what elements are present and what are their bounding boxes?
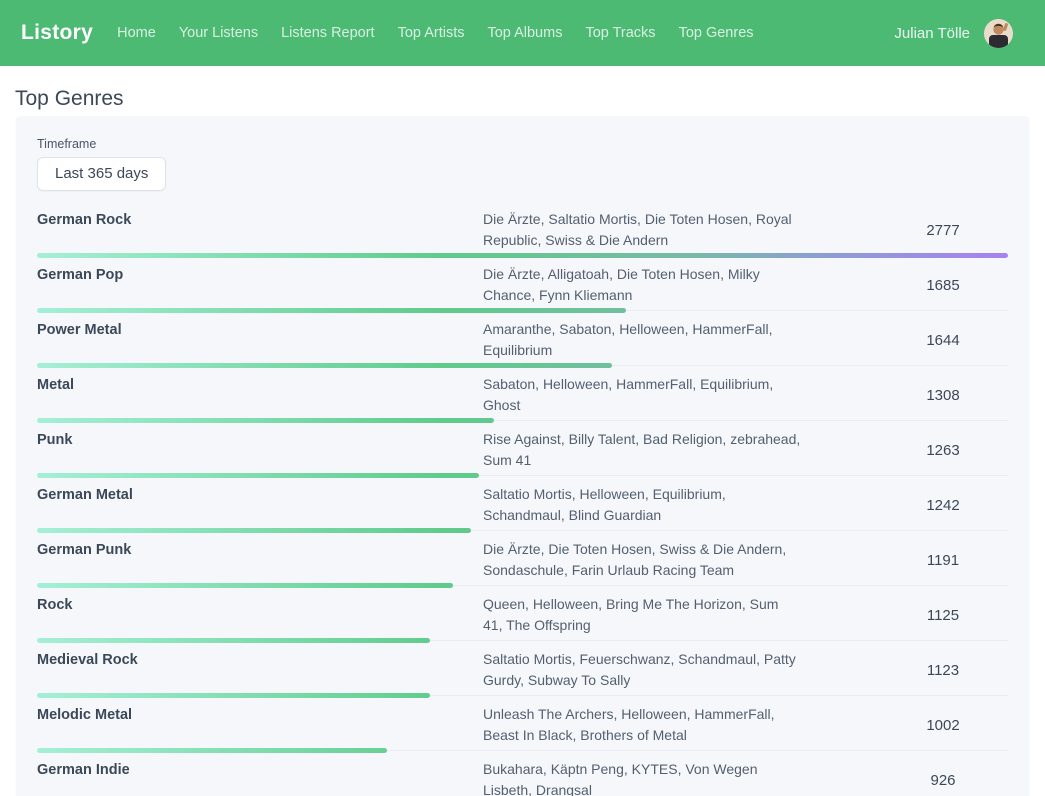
genre-row: Punk Rise Against, Billy Talent, Bad Rel… <box>37 421 1008 476</box>
genre-row: German Metal Saltatio Mortis, Helloween,… <box>37 476 1008 531</box>
genre-artists: Saltatio Mortis, Feuerschwanz, Schandmau… <box>483 649 801 691</box>
genre-name: Medieval Rock <box>37 649 483 691</box>
user-name: Julian Tölle <box>894 25 970 42</box>
genre-row: Medieval Rock Saltatio Mortis, Feuerschw… <box>37 641 1008 696</box>
genre-row: Power Metal Amaranthe, Sabaton, Hellowee… <box>37 311 1008 366</box>
page-title: Top Genres <box>15 86 1045 112</box>
genre-count: 1191 <box>878 539 1008 581</box>
genre-artists: Die Ärzte, Alligatoah, Die Toten Hosen, … <box>483 264 801 306</box>
app-header: Listory Home Your Listens Listens Report To… <box>0 0 1045 66</box>
nav-item-your-listens[interactable]: Your Listens <box>179 25 258 41</box>
genre-row: Melodic Metal Unleash The Archers, Hello… <box>37 696 1008 751</box>
genre-row: Rock Queen, Helloween, Bring Me The Hori… <box>37 586 1008 641</box>
nav-item-top-genres[interactable]: Top Genres <box>679 25 754 41</box>
genre-artists: Die Ärzte, Saltatio Mortis, Die Toten Ho… <box>483 209 801 251</box>
genre-count: 1125 <box>878 594 1008 636</box>
genre-name: Metal <box>37 374 483 416</box>
genre-name: German Metal <box>37 484 483 526</box>
genre-table: German Rock Die Ärzte, Saltatio Mortis, … <box>37 201 1008 796</box>
genre-count: 2777 <box>878 209 1008 251</box>
genre-count: 1242 <box>878 484 1008 526</box>
genre-artists: Queen, Helloween, Bring Me The Horizon, … <box>483 594 801 636</box>
genre-name: Punk <box>37 429 483 471</box>
main-nav: Home Your Listens Listens Report Top Artist… <box>117 25 894 41</box>
genre-name: German Rock <box>37 209 483 251</box>
genre-name: German Indie <box>37 759 483 796</box>
genre-count: 1644 <box>878 319 1008 361</box>
genre-count: 1123 <box>878 649 1008 691</box>
nav-item-home[interactable]: Home <box>117 25 156 41</box>
genre-row: German Rock Die Ärzte, Saltatio Mortis, … <box>37 201 1008 256</box>
timeframe-filter: Timeframe Last 365 days <box>37 137 1008 191</box>
timeframe-select[interactable]: Last 365 days <box>37 157 166 191</box>
genre-name: German Pop <box>37 264 483 306</box>
genre-count: 926 <box>878 759 1008 796</box>
genre-name: Rock <box>37 594 483 636</box>
top-genres-card: Timeframe Last 365 days German Rock Die … <box>16 116 1029 796</box>
main-content: Top Genres Timeframe Last 365 days Germa… <box>0 86 1045 796</box>
nav-item-top-tracks[interactable]: Top Tracks <box>585 25 655 41</box>
nav-item-top-artists[interactable]: Top Artists <box>398 25 465 41</box>
genre-artists: Bukahara, Käptn Peng, KYTES, Von Wegen L… <box>483 759 801 796</box>
genre-artists: Unleash The Archers, Helloween, HammerFa… <box>483 704 801 746</box>
timeframe-label: Timeframe <box>37 137 1008 151</box>
genre-name: Melodic Metal <box>37 704 483 746</box>
genre-artists: Rise Against, Billy Talent, Bad Religion… <box>483 429 801 471</box>
genre-name: Power Metal <box>37 319 483 361</box>
genre-artists: Sabaton, Helloween, HammerFall, Equilibr… <box>483 374 801 416</box>
nav-item-top-albums[interactable]: Top Albums <box>487 25 562 41</box>
genre-row: German Indie Bukahara, Käptn Peng, KYTES… <box>37 751 1008 796</box>
genre-count: 1002 <box>878 704 1008 746</box>
nav-item-listens-report[interactable]: Listens Report <box>281 25 375 41</box>
genre-count: 1685 <box>878 264 1008 306</box>
app-logo[interactable]: Listory <box>21 21 93 45</box>
genre-artists: Saltatio Mortis, Helloween, Equilibrium,… <box>483 484 801 526</box>
genre-count: 1308 <box>878 374 1008 416</box>
genre-row: German Punk Die Ärzte, Die Toten Hosen, … <box>37 531 1008 586</box>
genre-row: Metal Sabaton, Helloween, HammerFall, Eq… <box>37 366 1008 421</box>
genre-name: German Punk <box>37 539 483 581</box>
genre-artists: Die Ärzte, Die Toten Hosen, Swiss & Die … <box>483 539 801 581</box>
genre-row: German Pop Die Ärzte, Alligatoah, Die To… <box>37 256 1008 311</box>
genre-artists: Amaranthe, Sabaton, Helloween, HammerFal… <box>483 319 801 361</box>
genre-count: 1263 <box>878 429 1008 471</box>
user-avatar-icon[interactable] <box>984 19 1013 48</box>
